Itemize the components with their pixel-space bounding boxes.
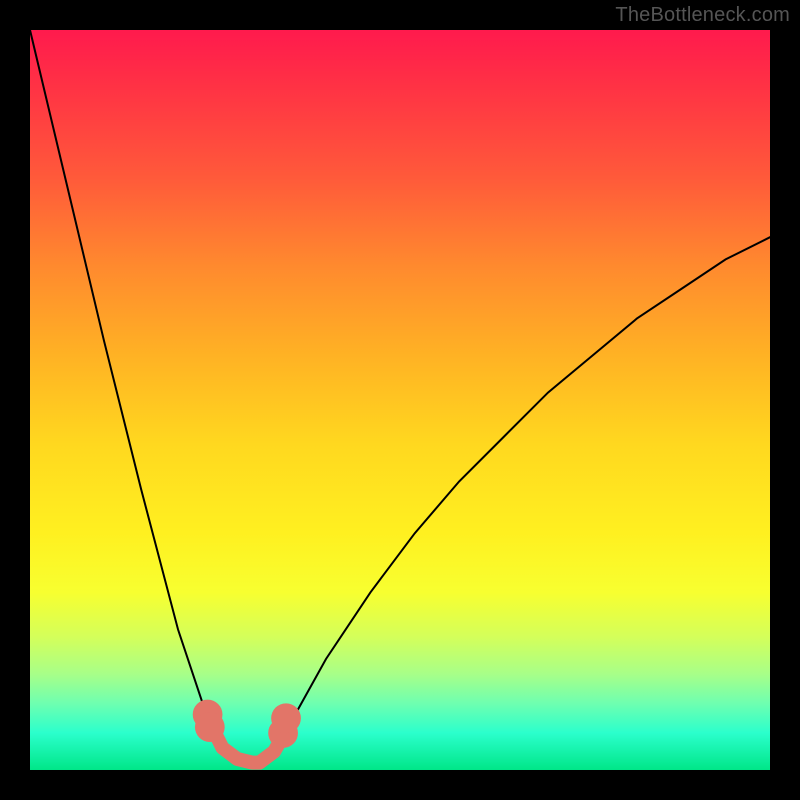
highlight-marker	[271, 703, 301, 733]
highlight-marker	[195, 712, 225, 742]
bottleneck-curve	[30, 30, 770, 763]
highlight-markers	[193, 700, 301, 748]
chart-svg	[30, 30, 770, 770]
watermark-text: TheBottleneck.com	[615, 4, 790, 27]
